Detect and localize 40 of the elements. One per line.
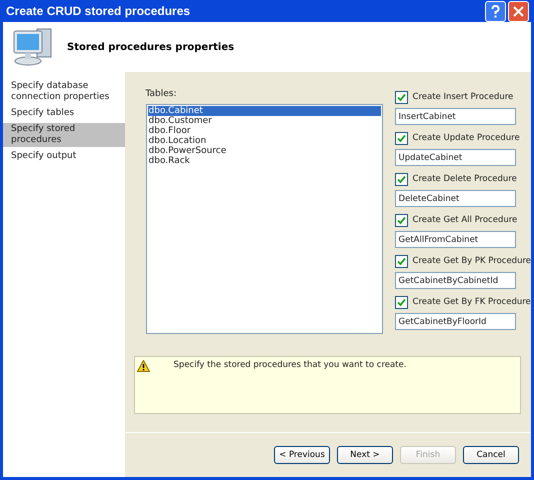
close-icon xyxy=(513,6,524,16)
window-title: Create CRUD stored procedures xyxy=(6,4,190,18)
tables-label: Tables: xyxy=(146,89,178,99)
table-item[interactable]: dbo.Customer xyxy=(148,116,381,126)
close-button[interactable] xyxy=(508,0,529,22)
table-item[interactable]: dbo.Floor xyxy=(148,126,381,136)
wizard-step[interactable]: Specify tables xyxy=(3,107,125,120)
checkbox-label: Create Update Procedure xyxy=(412,133,520,143)
table-item[interactable]: dbo.Location xyxy=(148,136,381,146)
checkbox[interactable] xyxy=(394,132,408,144)
page-heading: Stored procedures properties xyxy=(67,42,234,52)
checkbox-label: Create Insert Procedure xyxy=(412,92,514,102)
help-icon xyxy=(491,4,500,18)
wizard-button[interactable]: Next > xyxy=(337,446,393,464)
checkbox-label: Create Get By FK Procedure xyxy=(412,297,531,307)
message-text: Specify the stored procedures that you want to create. xyxy=(174,360,406,370)
table-item[interactable]: dbo.Rack xyxy=(148,156,381,166)
wizard-step[interactable]: Specify stored procedures xyxy=(3,123,125,147)
checkbox[interactable] xyxy=(394,296,408,308)
warning-icon xyxy=(136,360,150,372)
checkbox[interactable] xyxy=(394,172,408,186)
checkbox-label: Create Get All Procedure xyxy=(412,215,518,225)
wizard-step[interactable]: Specify database connection properties xyxy=(3,80,125,104)
wizard-button[interactable]: < Previous xyxy=(274,446,330,464)
checkbox[interactable] xyxy=(394,90,408,104)
help-button[interactable] xyxy=(485,0,506,22)
wizard-step[interactable]: Specify output xyxy=(3,150,125,163)
procedure-name-field[interactable]: UpdateCabinet xyxy=(394,149,516,166)
procedure-name-field[interactable]: InsertCabinet xyxy=(394,108,516,125)
procedure-name-field[interactable]: GetCabinetByFloorId xyxy=(394,313,516,330)
checkbox-label: Create Delete Procedure xyxy=(412,174,517,184)
checkbox-label: Create Get By PK Procedure xyxy=(412,256,531,266)
checkbox[interactable] xyxy=(394,254,408,268)
procedure-name-field[interactable]: DeleteCabinet xyxy=(394,190,516,207)
table-item[interactable]: dbo.PowerSource xyxy=(148,146,381,156)
wizard-button[interactable]: Cancel xyxy=(463,446,519,464)
procedure-name-field[interactable]: GetCabinetByCabinetId xyxy=(394,272,516,289)
table-item[interactable]: dbo.Cabinet xyxy=(148,106,381,116)
procedure-name-field[interactable]: GetAllFromCabinet xyxy=(394,231,516,248)
checkbox[interactable] xyxy=(394,214,408,226)
